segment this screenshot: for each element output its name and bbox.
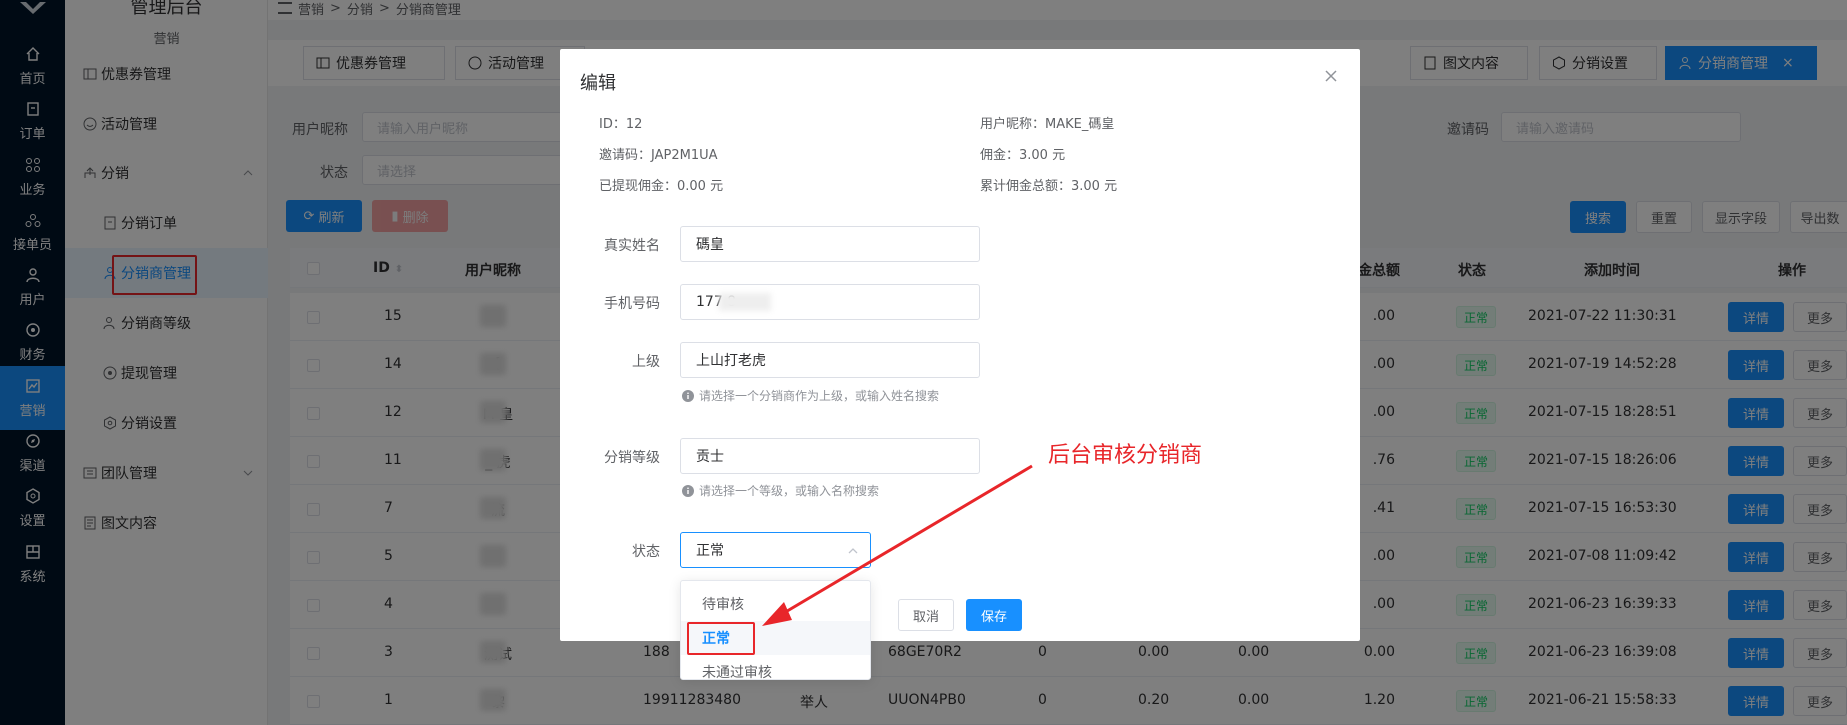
save-button[interactable]: 保存 <box>966 599 1022 631</box>
parent-label: 上级 <box>632 354 660 370</box>
realname-label: 真实姓名 <box>604 238 660 254</box>
realname-input[interactable]: 碼皇 <box>680 226 980 262</box>
level-input[interactable]: 贡士 <box>680 438 980 474</box>
blurred-mask <box>719 293 771 311</box>
info-icon <box>682 484 694 497</box>
phone-input[interactable]: 177 8 <box>680 284 980 320</box>
info-withdrawn: 已提现佣金：0.00 元 <box>599 179 724 194</box>
dialog-title: 编辑 <box>580 73 616 94</box>
status-option-rejected[interactable]: 未通过审核 <box>681 655 870 679</box>
parent-hint: 请选择一个分销商作为上级，或输入姓名搜索 <box>682 387 939 404</box>
chevron-up-icon <box>848 548 858 554</box>
status-label: 状态 <box>632 544 660 560</box>
cancel-button[interactable]: 取消 <box>898 599 954 631</box>
info-icon <box>682 389 694 402</box>
phone-label: 手机号码 <box>604 296 660 312</box>
info-id: ID：12 <box>599 117 643 132</box>
level-hint: 请选择一个等级，或输入名称搜索 <box>682 482 879 499</box>
info-nickname: 用户昵称：MAKE_碼皇 <box>980 117 1115 132</box>
edit-dialog: 编辑 ID：12 用户昵称：MAKE_碼皇 邀请码：JAP2M1UA 佣金：3.… <box>560 49 1360 641</box>
info-commission: 佣金：3.00 元 <box>980 148 1066 163</box>
info-invite: 邀请码：JAP2M1UA <box>599 148 718 163</box>
info-total: 累计佣金总额：3.00 元 <box>980 179 1118 194</box>
close-icon[interactable] <box>1324 69 1338 83</box>
level-label: 分销等级 <box>604 450 660 466</box>
status-option-pending[interactable]: 待审核 <box>681 587 870 621</box>
parent-input[interactable]: 上山打老虎 <box>680 342 980 378</box>
annotation-text: 后台审核分销商 <box>1048 443 1203 468</box>
highlight-box-option <box>687 622 755 655</box>
status-select[interactable]: 正常 <box>680 532 871 568</box>
